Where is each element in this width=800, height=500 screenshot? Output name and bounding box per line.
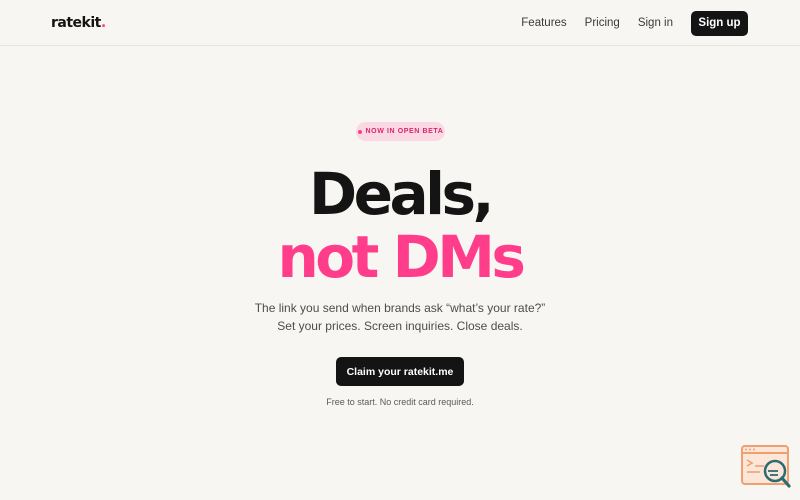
sign-up-button[interactable]: Sign up	[691, 10, 748, 36]
hero-subtitle: The link you send when brands ask “what’…	[254, 301, 546, 333]
fine-print: Free to start. No credit card required.	[326, 397, 474, 407]
logo[interactable]: ratekit.	[51, 15, 106, 31]
headline-line-2: not DMs	[277, 223, 526, 291]
search-feedback-icon	[741, 445, 791, 488]
claim-cta-button[interactable]: Claim your ratekit.me	[336, 357, 464, 386]
nav-link-features[interactable]: Features	[521, 17, 566, 29]
beta-badge: NOW IN OPEN BETA	[356, 122, 445, 141]
headline-line-1: Deals,	[308, 160, 495, 228]
logo-text: ratekit	[51, 15, 101, 31]
badge-label: NOW IN OPEN BETA	[365, 128, 444, 135]
nav-links: Features Pricing Sign in Sign up	[521, 10, 748, 36]
logo-dot: .	[100, 15, 106, 31]
nav-link-sign-in[interactable]: Sign in	[638, 17, 673, 29]
nav-link-pricing[interactable]: Pricing	[585, 17, 620, 29]
top-nav: ratekit. Features Pricing Sign in Sign u…	[0, 0, 800, 46]
badge-dot-icon	[357, 129, 362, 134]
feedback-widget[interactable]	[740, 444, 792, 490]
